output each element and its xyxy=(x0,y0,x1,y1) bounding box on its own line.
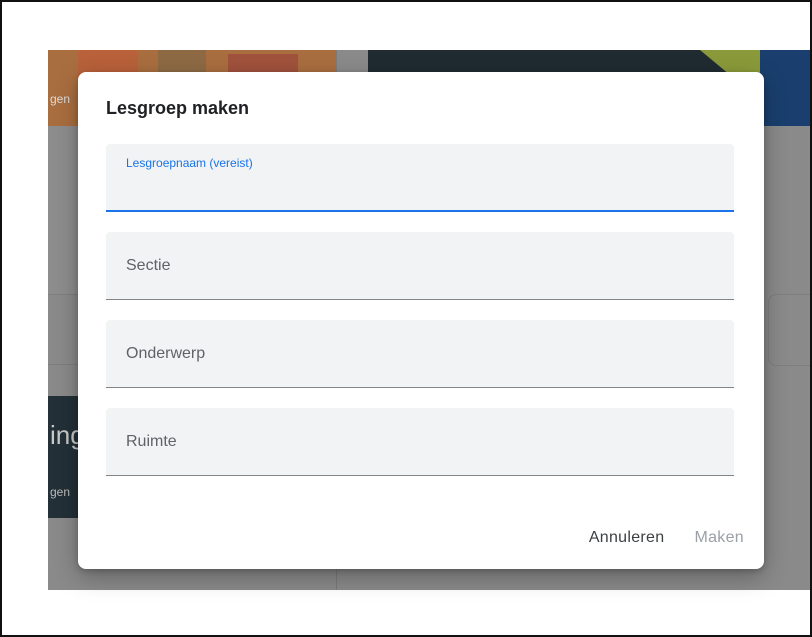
section-label: Sectie xyxy=(126,257,171,274)
class-name-field[interactable]: Lesgroepnaam (vereist) xyxy=(106,144,734,212)
class-name-input[interactable] xyxy=(126,176,710,202)
cancel-button[interactable]: Annuleren xyxy=(589,529,665,547)
class-card-edge xyxy=(768,294,810,366)
subject-field[interactable]: Onderwerp xyxy=(106,320,734,388)
class-card-text: gen xyxy=(50,485,71,499)
class-card-banner xyxy=(760,50,810,126)
room-field[interactable]: Ruimte xyxy=(106,408,734,476)
dialog-actions: Annuleren Maken xyxy=(589,529,744,547)
section-field[interactable]: Sectie xyxy=(106,232,734,300)
dialog-title: Lesgroep maken xyxy=(106,98,250,118)
class-card-banner xyxy=(48,396,78,518)
room-label: Ruimte xyxy=(126,433,177,450)
create-class-dialog: Lesgroep maken Lesgroepnaam (vereist) Se… xyxy=(78,72,764,569)
class-card-text: gen xyxy=(50,92,71,106)
class-name-label: Lesgroepnaam (vereist) xyxy=(126,156,253,170)
screenshot-frame: gen ing gen Lesgroep maken Lesgroepnaam … xyxy=(0,0,812,637)
subject-label: Onderwerp xyxy=(126,345,206,362)
create-button[interactable]: Maken xyxy=(694,529,744,547)
